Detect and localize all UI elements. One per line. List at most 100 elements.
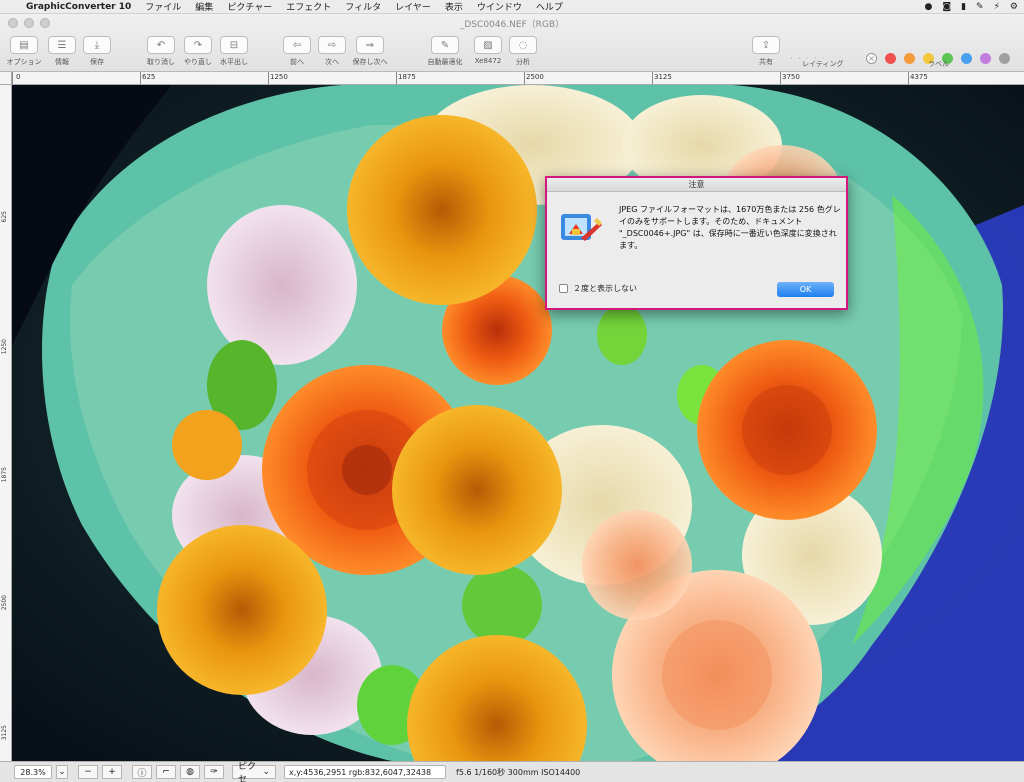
menu-effect[interactable]: エフェクト (286, 0, 331, 13)
wrench-icon[interactable]: ✑ (204, 765, 224, 779)
ruler-tick-label: 3750 (782, 73, 800, 81)
rating-label: レイティング (802, 60, 844, 68)
menu-filter[interactable]: フィルタ (345, 0, 381, 13)
exif-readout: f5.6 1/160秒 300mm ISO14400 (456, 767, 581, 777)
info-icon: ☰ (48, 36, 76, 54)
toolbar-auto-enhance-button[interactable]: ✎ 自動最適化 (425, 36, 465, 67)
menu-edit[interactable]: 編集 (195, 0, 213, 13)
graphicconverter-app-icon (561, 214, 602, 241)
user-icon[interactable]: ● (925, 2, 933, 12)
toolbar-label: 次へ (325, 58, 339, 66)
menu-view[interactable]: 表示 (445, 0, 463, 13)
window-toolbar: _DSC0046.NEF（RGB） ▤ オプション ☰ 情報 ⤓ 保存 ↶ 取り消し ↷… (0, 14, 1024, 72)
no-label-icon[interactable]: × (866, 53, 877, 64)
toolbar-label: 水平出し (220, 58, 248, 66)
unit-select-label: ピクセ (238, 762, 257, 782)
checkbox-label: ２度と表示しない (573, 284, 637, 293)
bolt-icon[interactable]: ⚡ (994, 2, 1000, 12)
menu-layer[interactable]: レイヤー (395, 0, 431, 13)
info-icon[interactable]: ⓘ (132, 765, 152, 779)
level-icon: ⊟ (220, 36, 248, 54)
ruler-tick-label: 3125 (1, 725, 8, 741)
app-menu[interactable]: GraphicConverter 10 (26, 2, 131, 12)
status-bar: 28.3% ⌄ − + ⓘ ⌐ ◍ ✑ ピクセ ⌄ x,y:4536,2951 … (0, 761, 1024, 782)
undo-icon: ↶ (147, 36, 175, 54)
unit-select[interactable]: ピクセ ⌄ (232, 762, 276, 782)
next-icon: ⇨ (318, 36, 346, 54)
ruler-tick-label: 1875 (1, 467, 8, 483)
toolbar-prev-button[interactable]: ⇦ 前へ (277, 36, 317, 67)
menu-bar: GraphicConverter 10 ファイル 編集 ピクチャー エフェクト … (0, 0, 1024, 14)
label-label: ラベル (928, 60, 949, 68)
label-red[interactable] (885, 53, 896, 64)
toolbar-label: 取り消し (147, 58, 175, 66)
toolbar-image-button[interactable]: ▨ Xe8472 (468, 36, 508, 65)
toolbar-next-button[interactable]: ⇨ 次へ (312, 36, 352, 67)
menu-help[interactable]: ヘルプ (536, 0, 563, 13)
ruler-tick-label: 1250 (270, 73, 288, 81)
menu-window[interactable]: ウインドウ (477, 0, 522, 13)
share-icon: ⇪ (752, 36, 780, 54)
menu-picture[interactable]: ピクチャー (227, 0, 272, 13)
prev-icon: ⇦ (283, 36, 311, 54)
toolbar-label: 自動最適化 (427, 58, 463, 66)
ruler-tick-label: 0 (16, 73, 21, 81)
options-icon: ▤ (10, 36, 38, 54)
image-canvas[interactable] (12, 85, 1024, 761)
coords-readout: x,y:4536,2951 rgb:832,6047,32438 (284, 765, 446, 779)
toolbar-save-button[interactable]: ⤓ 保存 (77, 36, 117, 67)
save-icon: ⤓ (83, 36, 111, 54)
toolbar-level-button[interactable]: ⊟ 水平出し (214, 36, 254, 67)
analyze-icon: ◌ (509, 36, 537, 54)
dialog-message: JPEG ファイルフォーマットは、1670万色または 256 色グレイのみをサポ… (619, 205, 841, 250)
bouquet-photo (12, 85, 1024, 761)
crop-icon[interactable]: ⌐ (156, 765, 176, 779)
toolbar-share-button[interactable]: ⇪ 共有 (746, 36, 786, 67)
horizontal-ruler: 0 625 1250 1875 2500 3125 3750 4375 (12, 72, 1024, 85)
redo-icon: ↷ (184, 36, 212, 54)
dont-show-again-checkbox[interactable]: ２度と表示しない (559, 283, 637, 294)
menu-file[interactable]: ファイル (145, 0, 181, 13)
toolbar-label: 情報 (55, 58, 69, 66)
label-purple[interactable] (980, 53, 991, 64)
toolbar-redo-button[interactable]: ↷ やり直し (178, 36, 218, 67)
save-next-icon: ⇒ (356, 36, 384, 54)
toolbar-label: 前へ (290, 58, 304, 66)
label-orange[interactable] (904, 53, 915, 64)
checkbox-box[interactable] (559, 284, 568, 293)
toolbar-label: Xe8472 (474, 57, 502, 65)
toolbar-save-next-button[interactable]: ⇒ 保存し次へ (350, 36, 390, 67)
ruler-tick-label: 1875 (398, 73, 416, 81)
toolbar-undo-button[interactable]: ↶ 取り消し (141, 36, 181, 67)
ruler-tick-label: 2500 (526, 73, 544, 81)
camera-icon[interactable]: ◙ (942, 2, 951, 12)
gear-icon[interactable]: ⚙ (1010, 2, 1018, 12)
zoom-field[interactable]: 28.3% (14, 765, 52, 779)
document-title: _DSC0046.NEF（RGB） (459, 20, 565, 30)
toolbar-options-button[interactable]: ▤ オプション (4, 36, 44, 67)
ok-button[interactable]: OK (777, 282, 834, 297)
toolbar-label: 保存し次へ (352, 58, 388, 66)
label-gray[interactable] (999, 53, 1010, 64)
vertical-ruler: 625 1250 1875 2500 3125 (0, 85, 12, 761)
ruler-corner (0, 72, 12, 85)
ruler-tick-label: 625 (1, 211, 8, 223)
toolbar-label: オプション (6, 58, 42, 66)
toolbar-label: 分析 (516, 58, 530, 66)
zoom-in-button[interactable]: + (102, 765, 122, 779)
ruler-tick-label: 1250 (1, 339, 8, 355)
toolbar-analyze-button[interactable]: ◌ 分析 (503, 36, 543, 67)
auto-enhance-icon: ✎ (431, 36, 459, 54)
toolbar-label: 保存 (90, 58, 104, 66)
ruler-tick-label: 2500 (1, 595, 8, 611)
globe-icon[interactable]: ◍ (180, 765, 200, 779)
clipboard-icon[interactable]: ▮ (961, 2, 966, 12)
ruler-tick-label: 625 (142, 73, 156, 81)
zoom-dropdown-chevron-icon[interactable]: ⌄ (56, 765, 68, 779)
zoom-out-button[interactable]: − (78, 765, 98, 779)
toolbar-info-button[interactable]: ☰ 情報 (42, 36, 82, 67)
label-blue[interactable] (961, 53, 972, 64)
image-icon: ▨ (474, 36, 502, 54)
brush-icon[interactable]: ✎ (976, 2, 984, 12)
ruler-tick-label: 4375 (910, 73, 928, 81)
